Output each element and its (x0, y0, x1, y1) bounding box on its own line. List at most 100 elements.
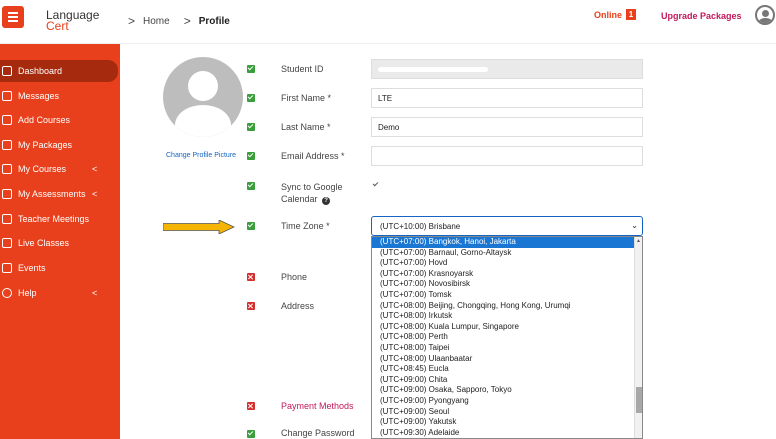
scroll-up-icon[interactable]: ▲ (636, 238, 641, 244)
time-zone-option[interactable]: (UTC+09:00) Yakutsk (372, 417, 642, 428)
sidebar-item-label: Help (18, 288, 37, 298)
change-password-link[interactable]: Change Password (281, 428, 355, 438)
check-icon (247, 222, 255, 230)
time-zone-option[interactable]: (UTC+07:00) Novosibirsk (372, 279, 642, 290)
last-name-field[interactable]: Demo (371, 117, 643, 137)
screen-icon (2, 238, 12, 248)
sidebar-item-dashboard[interactable]: Dashboard (0, 60, 118, 82)
error-x-icon (247, 302, 255, 310)
student-id-field (371, 59, 643, 79)
help-icon[interactable]: ? (322, 197, 331, 205)
bag-icon (2, 115, 12, 125)
top-header: Language Cert > Home > Profile Online 1 … (0, 0, 776, 44)
phone-label: Phone (281, 272, 308, 282)
sync-label-line-1: Sync to Google (281, 182, 343, 192)
sidebar-item-my-courses[interactable]: My Courses < (0, 158, 118, 180)
time-zone-option[interactable]: (UTC+09:00) Chita (372, 375, 642, 386)
mortarboard-icon (2, 164, 12, 174)
sidebar-item-label: Events (18, 263, 46, 273)
sidebar-item-add-courses[interactable]: Add Courses (0, 109, 118, 131)
sidebar-item-label: Add Courses (18, 115, 71, 125)
sidebar-item-my-packages[interactable]: My Packages (0, 134, 118, 156)
sidebar-item-events[interactable]: Events (0, 257, 118, 279)
error-x-icon (247, 402, 255, 410)
last-name-label: Last Name * (281, 122, 331, 132)
online-count-badge: 1 (626, 9, 637, 20)
logo-line-2: Cert (46, 19, 69, 33)
address-label: Address (281, 301, 315, 311)
dropdown-scrollbar[interactable]: ▲ (634, 237, 642, 438)
time-zone-option[interactable]: (UTC+08:00) Taipei (372, 343, 642, 354)
check-icon (247, 430, 255, 438)
payment-methods-link[interactable]: Payment Methods (281, 401, 354, 411)
time-zone-option[interactable]: (UTC+07:00) Bangkok, Hanoi, Jakarta (372, 237, 642, 248)
time-zone-option[interactable]: (UTC+08:45) Eucla (372, 364, 642, 375)
profile-avatar (163, 57, 243, 137)
time-zone-option[interactable]: (UTC+08:00) Perth (372, 332, 642, 343)
sidebar-item-live-classes[interactable]: Live Classes (0, 232, 118, 254)
chevron-down-icon: ⌄ (631, 221, 638, 230)
time-zone-option[interactable]: (UTC+08:00) Ulaanbaatar (372, 354, 642, 365)
hamburger-menu-icon[interactable] (2, 6, 24, 28)
user-avatar-icon[interactable] (755, 5, 775, 25)
sidebar-item-teacher-meetings[interactable]: Teacher Meetings (0, 208, 118, 230)
sidebar-item-label: My Courses (18, 164, 67, 174)
chevron-left-icon: < (92, 288, 98, 298)
time-zone-option[interactable]: (UTC+07:00) Hovd (372, 258, 642, 269)
time-zone-select[interactable]: (UTC+10:00) Brisbane ⌄ (371, 216, 643, 236)
bag-icon (2, 140, 12, 150)
upgrade-packages-link[interactable]: Upgrade Packages (661, 11, 742, 21)
time-zone-option[interactable]: (UTC+08:00) Kuala Lumpur, Singapore (372, 322, 642, 333)
first-name-field[interactable]: LTE (371, 88, 643, 108)
chat-icon (2, 214, 12, 224)
chevron-left-icon: < (92, 164, 98, 174)
breadcrumb-home[interactable]: Home (143, 16, 170, 27)
time-zone-selected-value: (UTC+10:00) Brisbane (380, 221, 461, 231)
email-label: Email Address * (281, 151, 345, 161)
breadcrumb: > Home > Profile (128, 14, 230, 28)
home-icon (2, 66, 12, 76)
check-icon (247, 123, 255, 131)
sidebar-item-label: Teacher Meetings (18, 214, 90, 224)
sidebar-item-help[interactable]: Help < (0, 282, 118, 304)
time-zone-option[interactable]: (UTC+09:00) Pyongyang (372, 396, 642, 407)
sync-label-line-2: Calendar (281, 194, 318, 204)
check-icon (247, 94, 255, 102)
email-field[interactable] (371, 146, 643, 166)
arrow-pointer-icon (163, 220, 235, 234)
app-window: Language Cert > Home > Profile Online 1 … (0, 0, 776, 439)
online-status[interactable]: Online 1 (594, 9, 637, 20)
time-zone-option[interactable]: (UTC+07:00) Tomsk (372, 290, 642, 301)
sidebar-item-label: My Assessments (18, 189, 86, 199)
time-zone-option[interactable]: (UTC+09:00) Osaka, Sapporo, Tokyo (372, 385, 642, 396)
time-zone-label: Time Zone * (281, 221, 330, 231)
lifebuoy-icon (2, 288, 12, 298)
time-zone-option[interactable]: (UTC+09:30) Adelaide (372, 428, 642, 438)
first-name-label: First Name * (281, 93, 332, 103)
time-zone-option[interactable]: (UTC+09:00) Seoul (372, 407, 642, 418)
check-icon (247, 182, 255, 190)
time-zone-option[interactable]: (UTC+08:00) Irkutsk (372, 311, 642, 322)
error-x-icon (247, 273, 255, 281)
student-id-label: Student ID (281, 64, 324, 74)
breadcrumb-profile: Profile (198, 15, 230, 27)
mail-icon (2, 91, 12, 101)
change-profile-picture-link[interactable]: Change Profile Picture (166, 152, 236, 159)
document-icon (2, 189, 12, 199)
sidebar-item-label: My Packages (18, 140, 73, 150)
breadcrumb-separator: > (128, 14, 136, 28)
time-zone-dropdown-list[interactable]: (UTC+07:00) Bangkok, Hanoi, Jakarta (UTC+… (371, 236, 643, 439)
sidebar-item-label: Dashboard (18, 66, 63, 76)
sidebar-item-my-assessments[interactable]: My Assessments < (0, 183, 118, 205)
check-icon (247, 152, 255, 160)
sync-google-calendar-checkbox[interactable] (372, 181, 380, 189)
scrollbar-thumb[interactable] (636, 387, 642, 413)
time-zone-option[interactable]: (UTC+08:00) Beijing, Chongqing, Hong Kon… (372, 301, 642, 312)
time-zone-option[interactable]: (UTC+07:00) Barnaul, Gorno-Altaysk (372, 248, 642, 259)
calendar-icon (2, 263, 12, 273)
chevron-left-icon: < (92, 189, 98, 199)
languagecert-logo[interactable]: Language Cert (46, 9, 99, 33)
time-zone-option[interactable]: (UTC+07:00) Krasnoyarsk (372, 269, 642, 280)
sidebar-item-messages[interactable]: Messages (0, 85, 118, 107)
check-icon (247, 65, 255, 73)
